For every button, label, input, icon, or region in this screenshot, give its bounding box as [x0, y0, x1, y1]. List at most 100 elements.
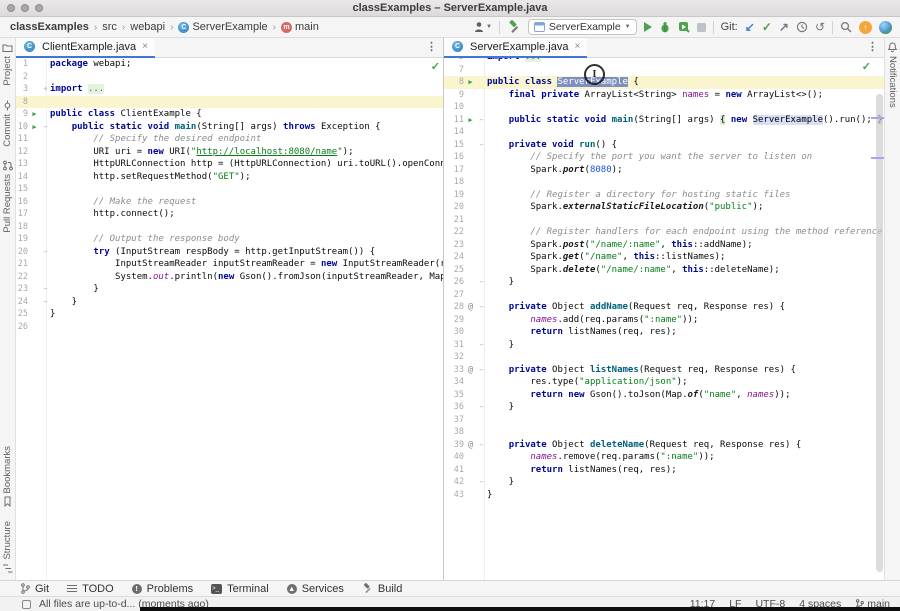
- line-number[interactable]: 24: [444, 251, 464, 264]
- line-number[interactable]: 15: [16, 183, 28, 196]
- fold-marker[interactable]: −: [477, 276, 486, 289]
- line-number[interactable]: 16: [444, 151, 464, 164]
- code-line[interactable]: 30 return listNames(req, res);: [444, 326, 884, 339]
- user-dropdown-icon[interactable]: ▼: [474, 20, 492, 34]
- line-number[interactable]: 39: [444, 439, 464, 452]
- line-number[interactable]: 26: [444, 276, 464, 289]
- toolwindow-build[interactable]: Build: [362, 583, 402, 595]
- annotation-gutter-icon[interactable]: @: [464, 301, 477, 314]
- annotation-gutter-icon[interactable]: @: [464, 439, 477, 452]
- close-tab-icon[interactable]: ×: [142, 41, 148, 52]
- toolwindow-todo[interactable]: TODO: [67, 583, 114, 595]
- code-line[interactable]: 15− private void run() {: [444, 139, 884, 152]
- code-line[interactable]: 26: [16, 321, 443, 334]
- code-line[interactable]: 7: [444, 64, 884, 77]
- coverage-button[interactable]: [678, 20, 690, 34]
- line-number[interactable]: 30: [444, 326, 464, 339]
- code-line[interactable]: 20− try (InputStream respBody = http.get…: [16, 246, 443, 259]
- line-number[interactable]: 33: [444, 364, 464, 377]
- code-line[interactable]: 8: [16, 96, 443, 109]
- line-number[interactable]: 21: [444, 214, 464, 227]
- code-line[interactable]: 2: [16, 71, 443, 84]
- fold-marker[interactable]: −: [477, 139, 486, 152]
- line-number[interactable]: 32: [444, 351, 464, 364]
- code-line[interactable]: 10: [444, 101, 884, 114]
- toolwindow-problems[interactable]: ! Problems: [132, 583, 193, 595]
- code-line[interactable]: 38: [444, 426, 884, 439]
- toolwindow-services[interactable]: ▲ Services: [287, 583, 344, 595]
- code-line[interactable]: 26− }: [444, 276, 884, 289]
- tab-options-icon[interactable]: ⋮: [867, 40, 878, 53]
- toolwindow-terminal[interactable]: >_ Terminal: [211, 583, 269, 595]
- line-number[interactable]: 18: [16, 221, 28, 234]
- line-number[interactable]: 11: [16, 133, 28, 146]
- run-gutter-icon[interactable]: ▶: [28, 121, 41, 134]
- line-number[interactable]: 36: [444, 401, 464, 414]
- error-stripe-mark[interactable]: [871, 117, 884, 119]
- line-number[interactable]: 37: [444, 414, 464, 427]
- line-number[interactable]: 27: [444, 289, 464, 302]
- line-number[interactable]: 38: [444, 426, 464, 439]
- code-line[interactable]: 41 return listNames(req, res);: [444, 464, 884, 477]
- build-project-hammer-icon[interactable]: [507, 20, 521, 34]
- line-number[interactable]: 20: [16, 246, 28, 259]
- vertical-scrollbar[interactable]: [876, 94, 883, 572]
- code-line[interactable]: 33@− private Object listNames(Request re…: [444, 364, 884, 377]
- line-number[interactable]: 18: [444, 176, 464, 189]
- line-number[interactable]: 9: [16, 108, 28, 121]
- run-gutter-icon[interactable]: ▶: [464, 114, 477, 127]
- run-button[interactable]: [644, 20, 652, 34]
- code-line[interactable]: 19 // Output the response body: [16, 233, 443, 246]
- line-number[interactable]: 19: [16, 233, 28, 246]
- history-clock-icon[interactable]: [796, 20, 808, 34]
- line-number[interactable]: 21: [16, 258, 28, 271]
- code-line[interactable]: 31− }: [444, 339, 884, 352]
- code-line[interactable]: 43}: [444, 489, 884, 502]
- code-line[interactable]: 12 URI uri = new URI("http://localhost:8…: [16, 146, 443, 159]
- fold-marker[interactable]: −: [41, 296, 50, 309]
- search-everywhere-icon[interactable]: [840, 20, 852, 34]
- line-number[interactable]: 7: [444, 64, 464, 77]
- line-number[interactable]: 15: [444, 139, 464, 152]
- tab-serverexample[interactable]: C ServerExample.java ×: [444, 38, 587, 58]
- code-line[interactable]: 19 // Register a directory for hosting s…: [444, 189, 884, 202]
- code-line[interactable]: 28@− private Object addName(Request req,…: [444, 301, 884, 314]
- code-line[interactable]: 14: [444, 126, 884, 139]
- code-line[interactable]: 9 final private ArrayList<String> names …: [444, 89, 884, 102]
- line-number[interactable]: 41: [444, 464, 464, 477]
- line-number[interactable]: 29: [444, 314, 464, 327]
- line-number[interactable]: 10: [16, 121, 28, 134]
- line-number[interactable]: 23: [16, 283, 28, 296]
- code-line[interactable]: 18: [444, 176, 884, 189]
- code-line[interactable]: 14 http.setRequestMethod("GET");: [16, 171, 443, 184]
- code-line[interactable]: 35 return new Gson().toJson(Map.of("name…: [444, 389, 884, 402]
- breadcrumb-src[interactable]: src: [102, 21, 117, 33]
- code-line[interactable]: 8▶public class ServerExample {: [444, 76, 884, 89]
- code-line[interactable]: 3+import ...: [16, 83, 443, 96]
- code-line[interactable]: 25}: [16, 308, 443, 321]
- code-line[interactable]: 1package webapi;: [16, 58, 443, 71]
- code-line[interactable]: 11 // Specify the desired endpoint: [16, 133, 443, 146]
- error-stripe-mark[interactable]: [871, 157, 884, 159]
- code-line[interactable]: 13 HttpURLConnection http = (HttpURLConn…: [16, 158, 443, 171]
- code-line[interactable]: 37: [444, 414, 884, 427]
- globe-icon[interactable]: [879, 21, 892, 34]
- fold-marker[interactable]: −: [41, 246, 50, 259]
- code-line[interactable]: 34 res.type("application/json");: [444, 376, 884, 389]
- git-commit-check-icon[interactable]: ✓: [762, 20, 772, 34]
- code-line[interactable]: 29 names.add(req.params(":name"));: [444, 314, 884, 327]
- inspections-ok-icon[interactable]: ✓: [431, 60, 440, 73]
- sidebar-item-project[interactable]: Project: [2, 42, 13, 86]
- breadcrumb-method[interactable]: mmain: [281, 21, 319, 33]
- line-number[interactable]: 19: [444, 189, 464, 202]
- fold-marker[interactable]: −: [477, 439, 486, 452]
- annotation-gutter-icon[interactable]: @: [464, 364, 477, 377]
- code-line[interactable]: 25 Spark.delete("/name/:name", this::del…: [444, 264, 884, 277]
- code-line[interactable]: 32: [444, 351, 884, 364]
- line-number[interactable]: 26: [16, 321, 28, 334]
- code-line[interactable]: 24− }: [16, 296, 443, 309]
- code-line[interactable]: 17 http.connect();: [16, 208, 443, 221]
- sidebar-item-pull-requests[interactable]: Pull Requests: [2, 160, 13, 233]
- line-number[interactable]: 24: [16, 296, 28, 309]
- breadcrumb-project[interactable]: classExamples: [10, 21, 89, 33]
